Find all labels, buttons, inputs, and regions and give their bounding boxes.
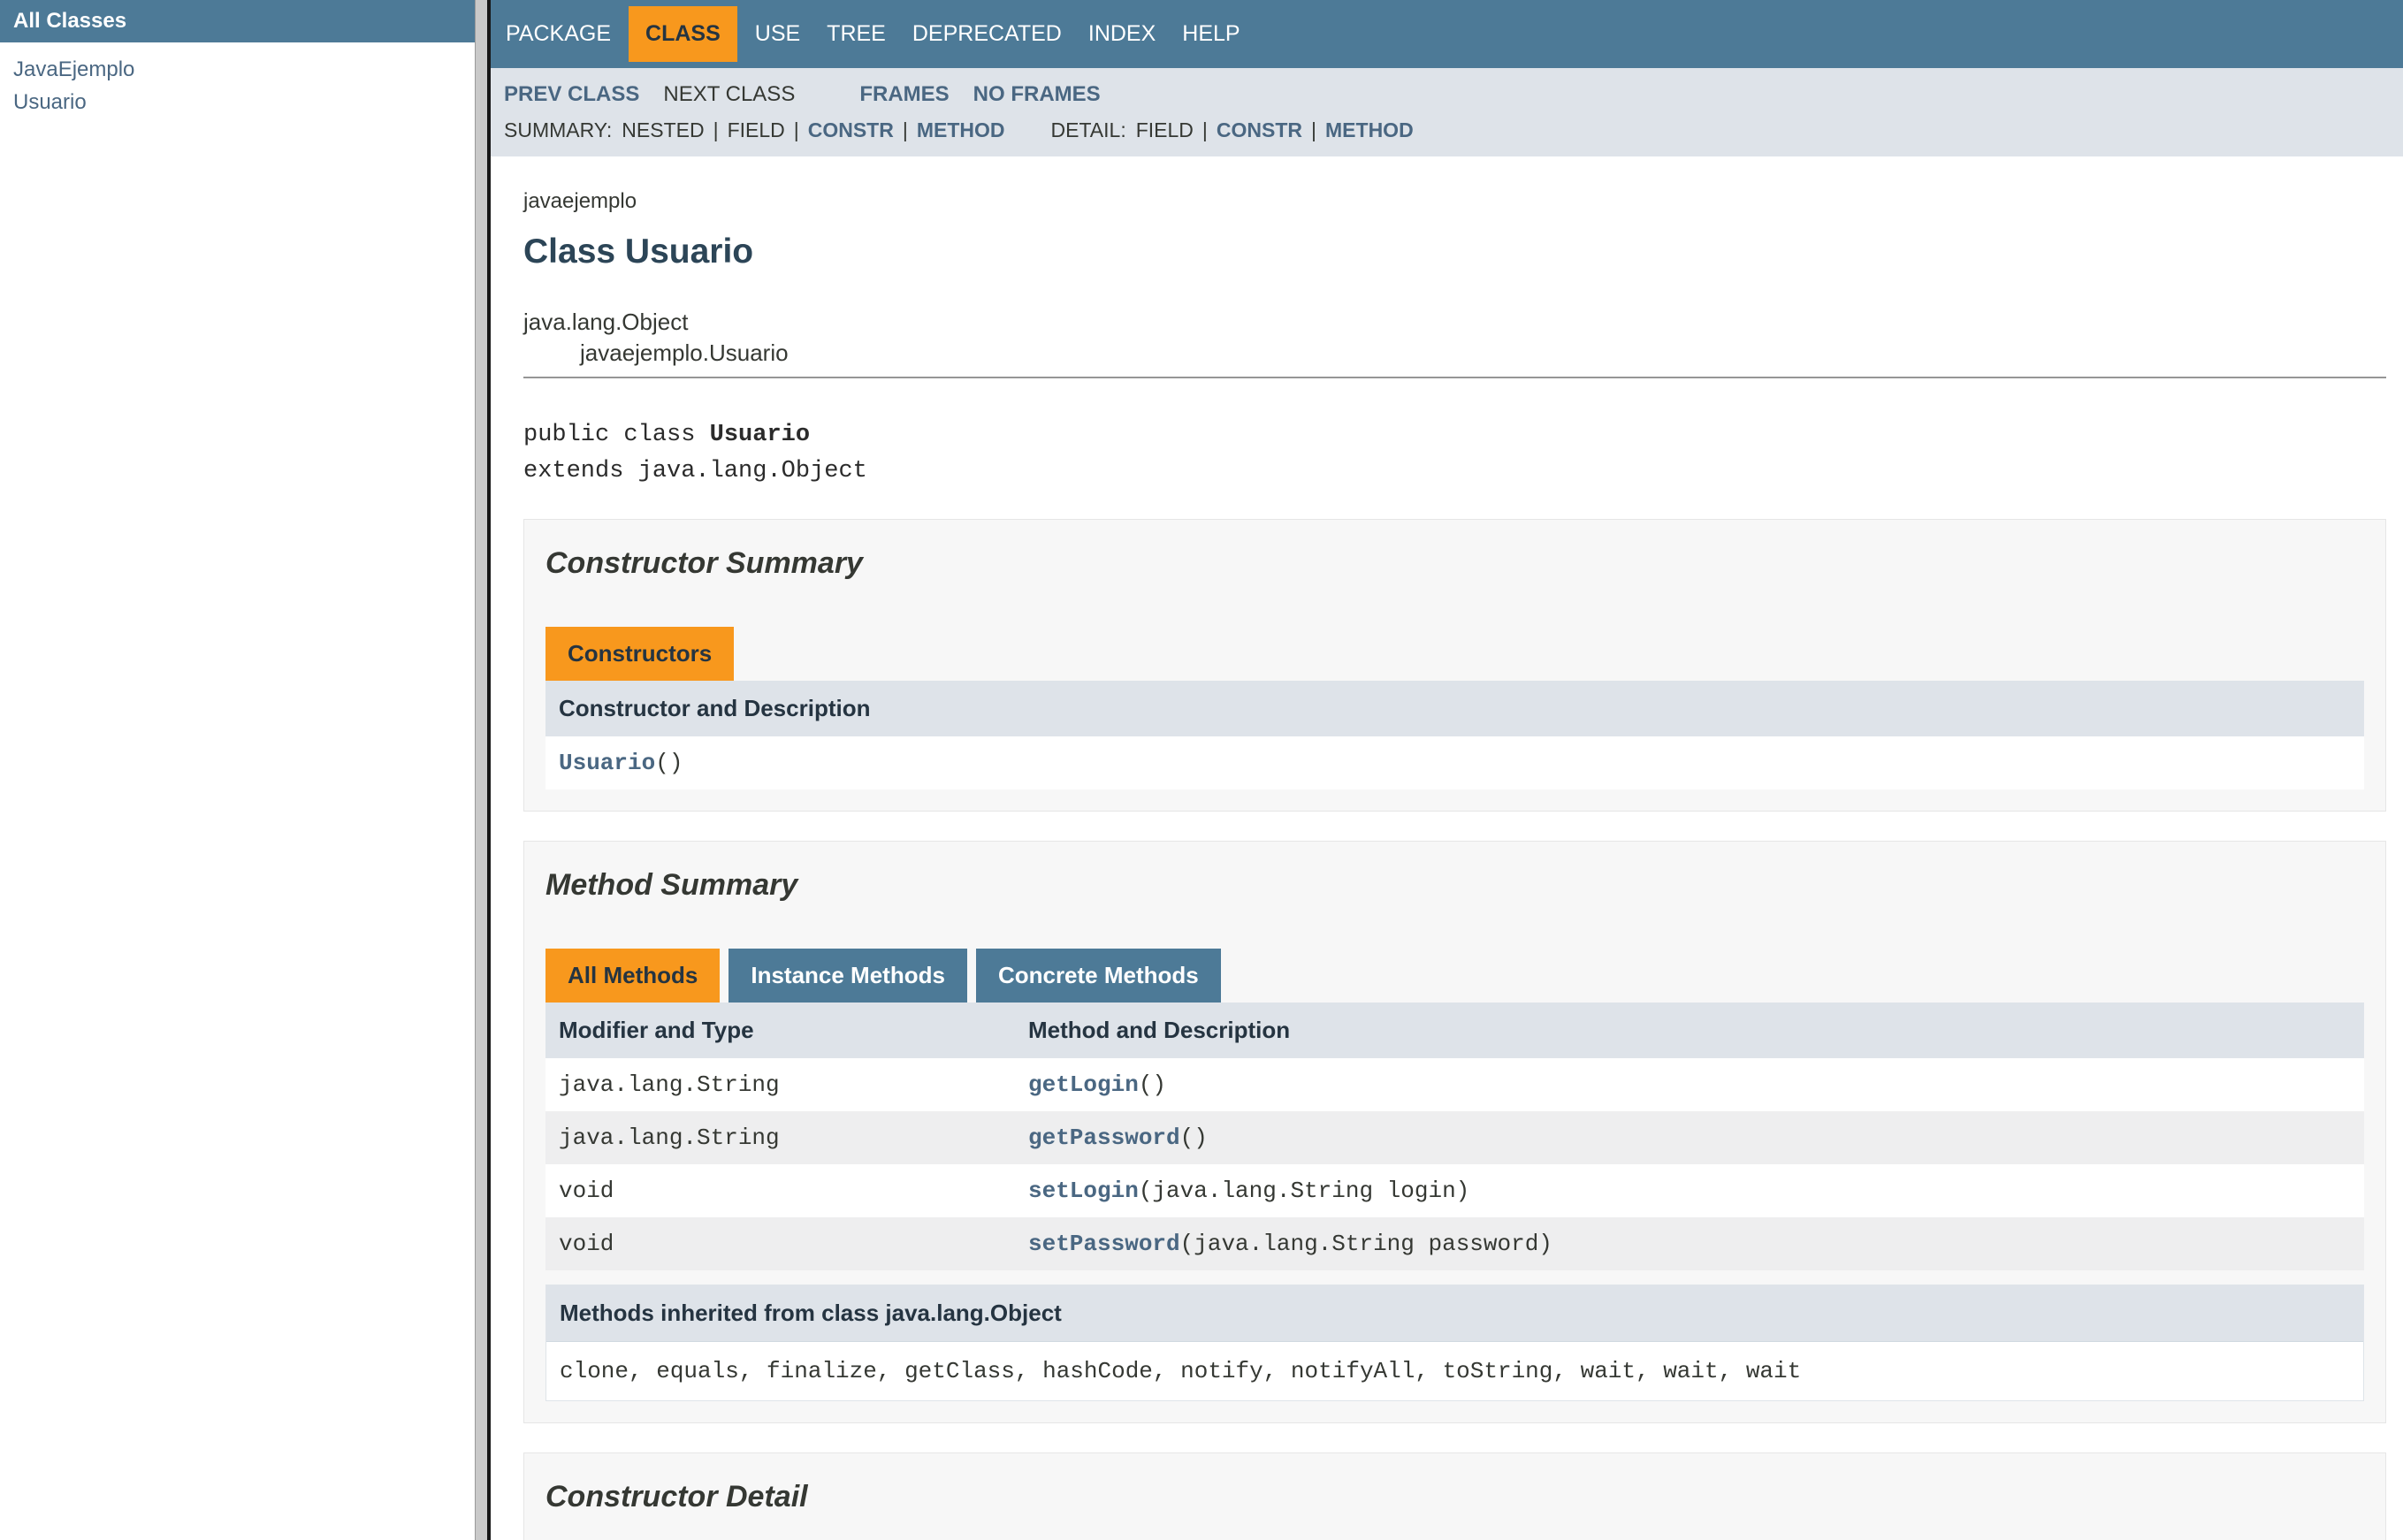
inheritance-tree: java.lang.Object javaejemplo.Usuario (523, 307, 2386, 369)
nav-item-deprecated[interactable]: DEPRECATED (899, 21, 1075, 47)
frames-link-group: FRAMES NO FRAMES (859, 82, 1124, 107)
page-title: Class Usuario (523, 233, 2386, 271)
sub-navigation-bar: PREV CLASS NEXT CLASS FRAMES NO FRAMES S… (491, 68, 2403, 156)
inherited-methods-box: Methods inherited from class java.lang.O… (545, 1285, 2364, 1401)
summary-constr-link[interactable]: CONSTR (808, 118, 894, 142)
constructor-col-header: Constructor and Description (545, 681, 2364, 736)
constructor-cell: Usuario() (545, 736, 2364, 789)
separator: | (903, 118, 908, 142)
method-args: (java.lang.String login) (1139, 1178, 1469, 1204)
constructor-summary-section: Constructor Summary Constructors Constru… (523, 519, 2386, 812)
detail-anchor-group: DETAIL: FIELD | CONSTR | METHOD (1051, 118, 1414, 142)
nav-item-tree[interactable]: TREE (813, 21, 899, 47)
top-navigation-bar: PACKAGE CLASS USE TREE DEPRECATED INDEX … (491, 0, 2403, 68)
nav-item-class: CLASS (629, 6, 737, 62)
next-class-text: NEXT CLASS (663, 82, 795, 107)
class-doc-content: javaejemplo Class Usuario java.lang.Obje… (491, 156, 2403, 1540)
table-header-row: Constructor and Description (545, 681, 2364, 736)
prev-class-link[interactable]: PREV CLASS (504, 82, 639, 107)
table-row: Usuario() (545, 736, 2364, 789)
list-item: Usuario (13, 90, 475, 115)
divider-rule (523, 377, 2386, 378)
constructor-args: () (655, 750, 683, 776)
nav-item-use[interactable]: USE (742, 21, 813, 47)
tab-instance-methods[interactable]: Instance Methods (729, 949, 967, 1003)
all-classes-header: All Classes (0, 0, 475, 42)
table-row: java.lang.String getPassword() (545, 1111, 2364, 1164)
inherited-methods-list: clone, equals, finalize, getClass, hashC… (546, 1342, 2363, 1400)
frame-resize-divider[interactable] (475, 0, 491, 1540)
all-classes-frame: All Classes JavaEjemplo Usuario (0, 0, 475, 1540)
table-row: java.lang.String getLogin() (545, 1058, 2364, 1111)
method-summary-table: Modifier and Type Method and Description… (545, 1003, 2364, 1270)
method-cell: setLogin(java.lang.String login) (1015, 1164, 2364, 1217)
tab-all-methods: All Methods (545, 949, 720, 1003)
method-cell: getPassword() (1015, 1111, 2364, 1164)
nav-item-package[interactable]: PACKAGE (492, 21, 624, 47)
sidebar-item-usuario[interactable]: Usuario (13, 90, 87, 114)
method-cell: setPassword(java.lang.String password) (1015, 1217, 2364, 1270)
detail-field-text: FIELD (1136, 118, 1194, 142)
top-nav-list: PACKAGE CLASS USE TREE DEPRECATED INDEX … (492, 6, 1254, 62)
declaration-class-name: Usuario (710, 422, 810, 448)
table-row: void setLogin(java.lang.String login) (545, 1164, 2364, 1217)
method-col-header: Method and Description (1015, 1003, 2364, 1058)
method-args: () (1180, 1125, 1208, 1151)
method-summary-heading: Method Summary (545, 868, 2364, 903)
summary-field-text: FIELD (728, 118, 785, 142)
summary-prefix: SUMMARY: (504, 118, 612, 142)
subnav-row-anchors: SUMMARY: NESTED | FIELD | CONSTR | METHO… (504, 118, 2403, 142)
method-type-cell: java.lang.String (545, 1111, 1015, 1164)
method-type-cell: java.lang.String (545, 1058, 1015, 1111)
no-frames-link[interactable]: NO FRAMES (973, 82, 1101, 107)
separator: | (713, 118, 719, 142)
method-type-cell: void (545, 1217, 1015, 1270)
method-cell: getLogin() (1015, 1058, 2364, 1111)
tab-concrete-methods[interactable]: Concrete Methods (976, 949, 1221, 1003)
separator: | (794, 118, 799, 142)
summary-method-link[interactable]: METHOD (917, 118, 1005, 142)
method-type-cell: void (545, 1164, 1015, 1217)
modifier-col-header: Modifier and Type (545, 1003, 1015, 1058)
constructor-summary-heading: Constructor Summary (545, 546, 2364, 581)
detail-method-link[interactable]: METHOD (1325, 118, 1414, 142)
method-filter-tabs: All Methods Instance Methods Concrete Me… (545, 949, 2364, 1003)
frames-link[interactable]: FRAMES (859, 82, 949, 107)
separator: | (1202, 118, 1208, 142)
nav-item-help[interactable]: HELP (1169, 21, 1253, 47)
declaration-line1: public class Usuario (523, 417, 2386, 454)
summary-anchor-group: SUMMARY: NESTED | FIELD | CONSTR | METHO… (504, 118, 1005, 142)
method-args: () (1139, 1071, 1166, 1098)
declaration-extends: extends java.lang.Object (523, 454, 2386, 490)
constructor-usuario-link[interactable]: Usuario (559, 750, 655, 776)
table-row: void setPassword(java.lang.String passwo… (545, 1217, 2364, 1270)
detail-constr-link[interactable]: CONSTR (1217, 118, 1302, 142)
class-doc-frame: PACKAGE CLASS USE TREE DEPRECATED INDEX … (491, 0, 2403, 1540)
list-item: JavaEjemplo (13, 57, 475, 82)
declaration-modifiers: public class (523, 422, 710, 448)
method-args: (java.lang.String password) (1180, 1231, 1552, 1257)
inherited-methods-heading: Methods inherited from class java.lang.O… (546, 1285, 2363, 1342)
table-header-row: Modifier and Type Method and Description (545, 1003, 2364, 1058)
method-getlogin-link[interactable]: getLogin (1028, 1071, 1139, 1098)
detail-prefix: DETAIL: (1051, 118, 1126, 142)
inheritance-current-class: javaejemplo.Usuario (580, 338, 2386, 369)
constructor-summary-table: Constructor and Description Usuario() (545, 681, 2364, 789)
separator: | (1311, 118, 1316, 142)
sidebar-item-javaejemplo[interactable]: JavaEjemplo (13, 57, 134, 81)
constructor-detail-heading: Constructor Detail (545, 1480, 2364, 1514)
subnav-row-links: PREV CLASS NEXT CLASS FRAMES NO FRAMES (504, 82, 2403, 107)
summary-nested-text: NESTED (622, 118, 704, 142)
class-list: JavaEjemplo Usuario (0, 42, 475, 115)
inheritance-root: java.lang.Object (523, 307, 2386, 338)
package-name: javaejemplo (523, 189, 2386, 214)
nav-item-index[interactable]: INDEX (1075, 21, 1169, 47)
method-setlogin-link[interactable]: setLogin (1028, 1178, 1139, 1204)
method-getpassword-link[interactable]: getPassword (1028, 1125, 1180, 1151)
method-summary-section: Method Summary All Methods Instance Meth… (523, 841, 2386, 1423)
method-setpassword-link[interactable]: setPassword (1028, 1231, 1180, 1257)
constructors-caption-tab: Constructors (545, 627, 734, 681)
class-declaration: public class Usuario extends java.lang.O… (523, 417, 2386, 490)
constructor-detail-section: Constructor Detail (523, 1452, 2386, 1540)
